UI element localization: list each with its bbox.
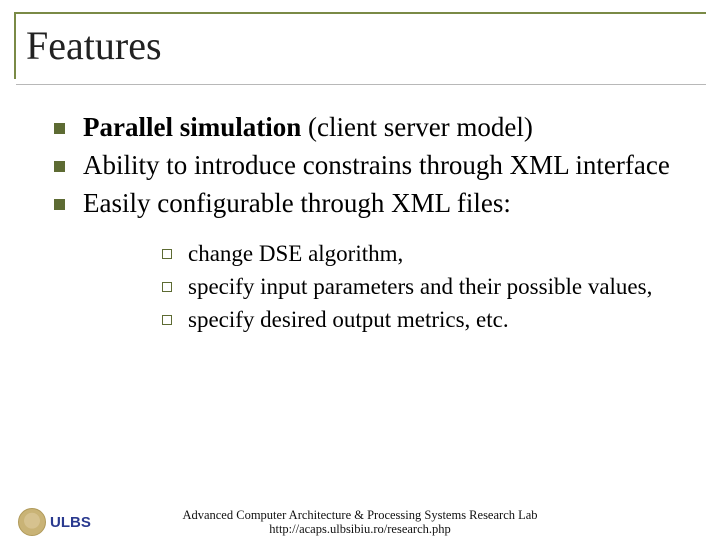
sub-bullet-item: specify input parameters and their possi… <box>162 273 672 302</box>
hollow-square-icon <box>162 249 172 259</box>
square-bullet-icon <box>54 161 65 172</box>
title-container: Features <box>14 12 706 79</box>
bullet-text: Easily configurable through XML files: <box>83 187 511 221</box>
sub-bullet-item: change DSE algorithm, <box>162 240 672 269</box>
footer-text: Advanced Computer Architecture & Process… <box>0 508 720 537</box>
square-bullet-icon <box>54 123 65 134</box>
slide: Features Parallel simulation (client ser… <box>0 12 720 552</box>
bullet-rest: (client server model) <box>301 112 533 142</box>
sub-bullet-text: specify desired output metrics, etc. <box>188 306 509 335</box>
hollow-square-icon <box>162 282 172 292</box>
bullet-item: Easily configurable through XML files: <box>54 187 692 221</box>
square-bullet-icon <box>54 199 65 210</box>
bullet-bold: Parallel simulation <box>83 112 301 142</box>
bullet-item: Ability to introduce constrains through … <box>54 149 692 183</box>
bullet-item: Parallel simulation (client server model… <box>54 111 692 145</box>
bullet-rest: Easily configurable through XML files: <box>83 188 511 218</box>
footer-line1: Advanced Computer Architecture & Process… <box>0 508 720 522</box>
footer: ULBS Advanced Computer Architecture & Pr… <box>0 500 720 544</box>
sub-bullet-item: specify desired output metrics, etc. <box>162 306 672 335</box>
sub-bullet-text: change DSE algorithm, <box>188 240 403 269</box>
content-area: Parallel simulation (client server model… <box>0 79 720 335</box>
sub-bullet-text: specify input parameters and their possi… <box>188 273 652 302</box>
bullet-text: Parallel simulation (client server model… <box>83 111 533 145</box>
bullet-rest: Ability to introduce constrains through … <box>83 150 670 180</box>
bullet-text: Ability to introduce constrains through … <box>83 149 670 183</box>
hollow-square-icon <box>162 315 172 325</box>
slide-title: Features <box>26 22 706 79</box>
sub-bullet-area: change DSE algorithm, specify input para… <box>54 224 692 334</box>
footer-line2: http://acaps.ulbsibiu.ro/research.php <box>0 522 720 536</box>
